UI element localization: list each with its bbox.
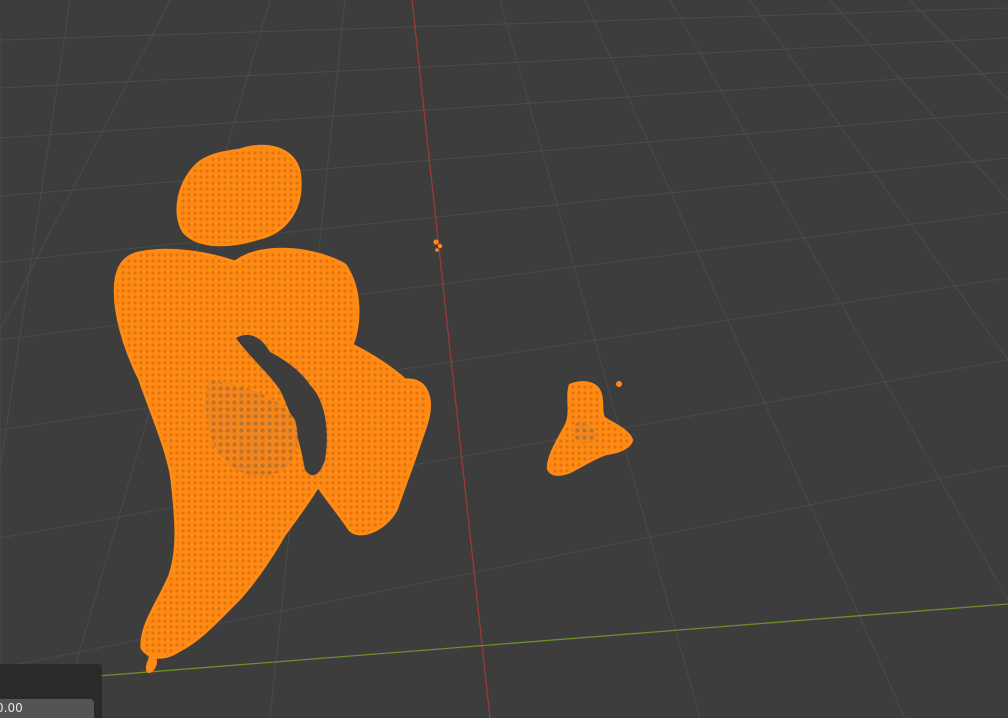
point-cloud-small [546,381,634,476]
y-axis-line [411,0,491,718]
value-field[interactable]: 0.00 [0,699,94,718]
x-axis-line [97,603,1008,677]
stray-points [433,239,443,252]
point-cloud-figure [113,144,431,674]
viewport-canvas [0,0,1008,718]
3d-viewport[interactable] [0,0,1008,718]
